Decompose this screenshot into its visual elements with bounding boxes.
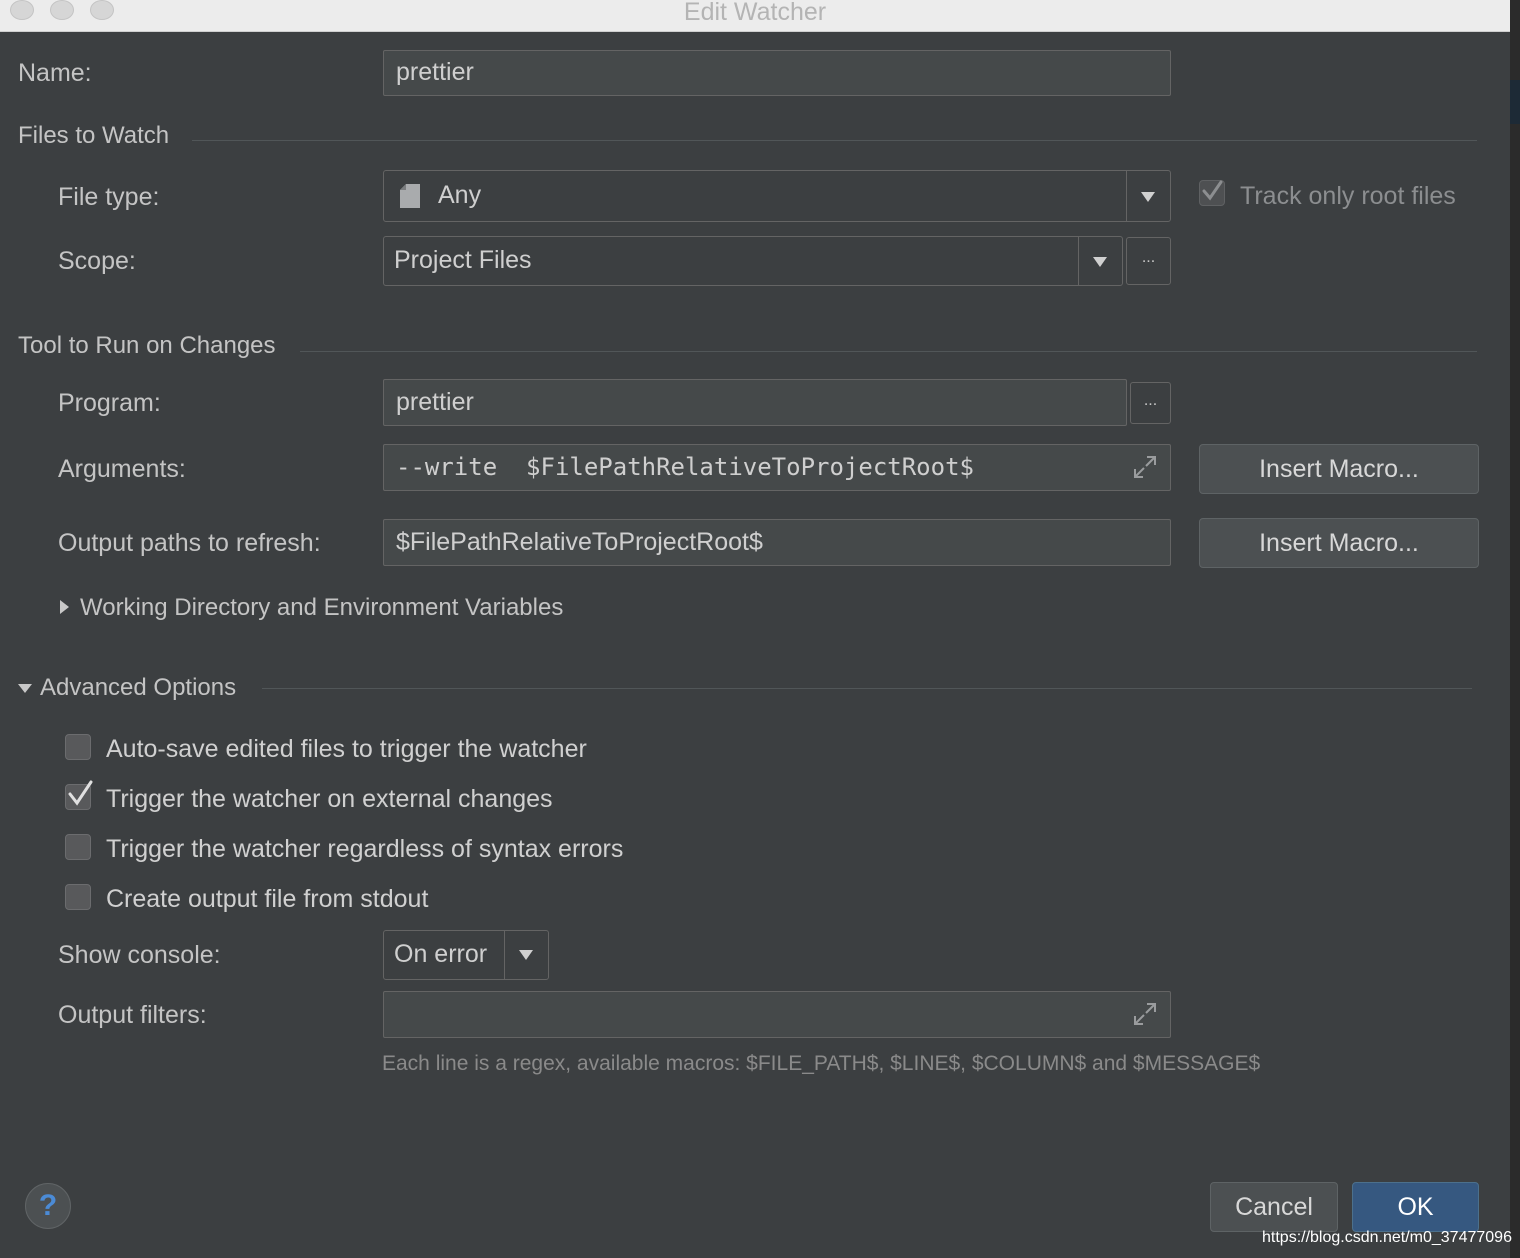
stdout-checkbox[interactable] (65, 884, 91, 910)
scope-value: Project Files (394, 246, 532, 274)
chevron-right-icon (60, 600, 69, 614)
output-paths-value: $FilePathRelativeToProjectRoot$ (396, 528, 763, 556)
chevron-down-icon (1141, 192, 1155, 202)
working-directory-expander[interactable]: Working Directory and Environment Variab… (56, 594, 616, 628)
output-filters-label: Output filters: (58, 1001, 207, 1029)
program-label: Program: (58, 389, 161, 417)
external-changes-checkbox[interactable] (65, 780, 93, 810)
checkmark-icon (68, 780, 93, 806)
output-filters-field[interactable] (383, 991, 1171, 1038)
cancel-button[interactable]: Cancel (1210, 1182, 1338, 1232)
syntax-errors-label: Trigger the watcher regardless of syntax… (106, 835, 624, 863)
chevron-down-icon (519, 950, 533, 960)
track-root-checkbox[interactable] (1199, 180, 1225, 206)
arguments-label: Arguments: (58, 455, 186, 483)
file-type-label: File type: (58, 183, 160, 211)
show-console-select[interactable]: On error (383, 930, 549, 980)
tool-separator (300, 351, 1477, 352)
advanced-options-expander[interactable]: Advanced Options (16, 674, 256, 708)
stdout-label: Create output file from stdout (106, 885, 429, 913)
scope-more-button[interactable]: ... (1126, 237, 1171, 285)
name-field[interactable]: prettier (383, 50, 1171, 96)
external-changes-label: Trigger the watcher on external changes (106, 785, 553, 813)
watermark: https://blog.csdn.net/m0_37477096 (1262, 1229, 1512, 1246)
working-directory-label: Working Directory and Environment Variab… (80, 594, 564, 621)
arguments-value: --write $FilePathRelativeToProjectRoot$ (396, 453, 974, 481)
title-bar: Edit Watcher (0, 0, 1510, 32)
scope-label: Scope: (58, 247, 136, 275)
insert-macro-button-output[interactable]: Insert Macro... (1199, 518, 1479, 568)
show-console-value: On error (394, 940, 488, 968)
auto-save-checkbox[interactable] (65, 734, 91, 760)
files-to-watch-separator (192, 140, 1477, 141)
expand-icon[interactable] (1132, 1001, 1158, 1027)
auto-save-label: Auto-save edited files to trigger the wa… (106, 735, 587, 763)
window-title: Edit Watcher (683, 0, 827, 26)
chevron-down-icon (1093, 257, 1107, 267)
expand-icon[interactable] (1132, 454, 1158, 480)
syntax-errors-checkbox[interactable] (65, 834, 91, 860)
insert-macro-button-arguments[interactable]: Insert Macro... (1199, 444, 1479, 494)
program-more-button[interactable]: ... (1130, 382, 1171, 424)
name-label: Name: (18, 59, 92, 87)
scope-select[interactable]: Project Files (383, 236, 1123, 286)
show-console-label: Show console: (58, 941, 221, 969)
ok-button[interactable]: OK (1352, 1182, 1479, 1232)
background-window-edge (1510, 0, 1520, 1258)
help-button[interactable]: ? (25, 1183, 71, 1229)
output-paths-label: Output paths to refresh: (58, 529, 321, 557)
files-to-watch-heading: Files to Watch (18, 122, 170, 149)
tool-heading: Tool to Run on Changes (18, 332, 276, 359)
track-root-label: Track only root files (1240, 182, 1456, 210)
arguments-field[interactable]: --write $FilePathRelativeToProjectRoot$ (383, 444, 1171, 491)
file-type-value: Any (438, 181, 482, 209)
scope-dropdown-button[interactable] (1078, 237, 1122, 285)
file-icon (400, 184, 420, 208)
show-console-dropdown-button[interactable] (504, 931, 548, 979)
output-paths-field[interactable]: $FilePathRelativeToProjectRoot$ (383, 519, 1171, 566)
checkmark-icon (1202, 180, 1223, 201)
file-type-select[interactable]: Any (383, 170, 1171, 222)
program-field[interactable]: prettier (383, 379, 1127, 426)
output-filters-hint: Each line is a regex, available macros: … (382, 1052, 1261, 1075)
edit-watcher-dialog: Name: prettier Files to Watch File type:… (0, 32, 1512, 1258)
file-type-dropdown-button[interactable] (1126, 171, 1170, 221)
advanced-options-heading: Advanced Options (40, 674, 237, 701)
chevron-down-icon (18, 684, 32, 693)
advanced-options-separator (262, 688, 1472, 689)
program-value: prettier (396, 388, 474, 416)
name-value: prettier (396, 58, 474, 86)
